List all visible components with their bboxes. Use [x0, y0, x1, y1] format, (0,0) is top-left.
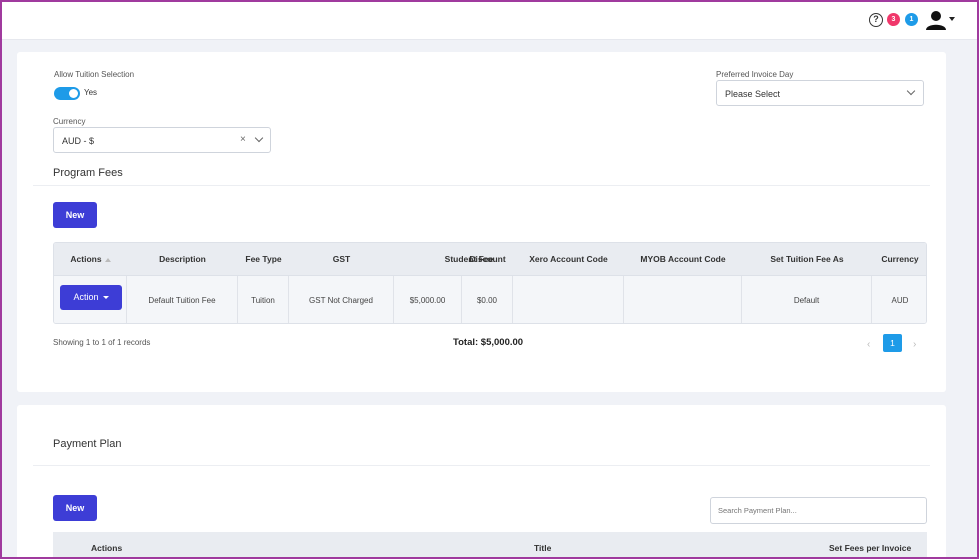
sort-icon[interactable] — [104, 257, 111, 262]
notification-badge[interactable]: 3 — [887, 13, 900, 26]
program-fees-table: Actions Description Fee Type GST Student… — [53, 242, 927, 324]
table-header: Actions Description Fee Type GST Student… — [54, 243, 926, 276]
pagination-prev-icon[interactable]: ‹ — [867, 339, 870, 350]
chevron-down-icon — [906, 86, 916, 96]
column-header-label: Actions — [70, 254, 102, 264]
cell-set-tuition-fee-as: Default — [742, 276, 872, 323]
column-header-xero: Xero Account Code — [529, 254, 608, 264]
message-badge[interactable]: 1 — [905, 13, 918, 26]
column-header-gst[interactable]: GST — [289, 243, 394, 276]
currency-label: Currency — [53, 117, 86, 126]
section-divider — [33, 185, 930, 186]
column-header-actions[interactable]: Actions — [54, 243, 127, 276]
allow-tuition-toggle[interactable] — [54, 87, 80, 100]
column-header-set-fees-per-invoice[interactable]: Set Fees per Invoice — [829, 543, 911, 553]
currency-value: AUD - $ — [62, 136, 95, 146]
cell-currency: AUD — [891, 296, 909, 305]
column-header-currency: Currency — [881, 254, 919, 264]
payment-plan-table-header: Actions Title Set Fees per Invoice — [53, 532, 927, 559]
preferred-invoice-day-select[interactable]: Please Select — [716, 80, 924, 106]
total-amount: Total: $5,000.00 — [453, 337, 524, 348]
allow-tuition-value: Yes — [84, 88, 98, 97]
allow-tuition-label: Allow Tuition Selection — [54, 70, 135, 79]
payment-plan-title: Payment Plan — [53, 438, 122, 450]
cell-myob — [624, 276, 742, 323]
column-header-set-tuition-fee-as: Set Tuition Fee As — [770, 254, 844, 264]
cell-discount: $0.00 — [462, 276, 513, 323]
column-header-description[interactable]: Description — [127, 243, 238, 276]
cell-actions: Action — [54, 276, 127, 323]
column-header-discount: Discount — [469, 254, 506, 264]
program-fees-title: Program Fees — [53, 167, 123, 179]
records-count: Showing 1 to 1 of 1 records — [53, 338, 151, 347]
user-menu-caret-icon[interactable] — [949, 17, 955, 21]
row-action-button[interactable]: Action — [60, 285, 122, 310]
clear-icon[interactable]: × — [240, 134, 246, 145]
cell-student-fee: $5,000.00 — [394, 276, 462, 323]
section-divider — [33, 465, 930, 466]
preferred-invoice-day-value: Please Select — [725, 89, 781, 99]
toggle-knob — [69, 89, 78, 98]
pagination-next-icon[interactable]: › — [913, 339, 916, 350]
new-program-fee-button[interactable]: New — [53, 202, 97, 228]
chevron-down-icon — [254, 133, 264, 143]
currency-select[interactable]: AUD - $ × — [53, 127, 271, 153]
caret-down-icon — [102, 296, 109, 300]
cell-gst: GST Not Charged — [289, 276, 394, 323]
column-header-actions[interactable]: Actions — [91, 543, 122, 553]
column-header-myob: MYOB Account Code — [640, 254, 726, 264]
cell-xero — [513, 276, 624, 323]
search-payment-plan-input[interactable] — [710, 497, 927, 524]
column-header-fee-type[interactable]: Fee Type — [238, 243, 289, 276]
help-icon[interactable]: ? — [869, 13, 883, 27]
preferred-invoice-day-label: Preferred Invoice Day — [716, 70, 794, 79]
top-bar — [2, 2, 977, 40]
user-avatar-icon[interactable] — [925, 10, 947, 30]
table-row: Action Default Tuition Fee Tuition GST N… — [54, 276, 926, 323]
action-label: Action — [73, 292, 99, 302]
cell-fee-type: Tuition — [238, 276, 289, 323]
new-payment-plan-button[interactable]: New — [53, 495, 97, 521]
column-header-title[interactable]: Title — [534, 543, 551, 553]
pagination-page-1[interactable]: 1 — [883, 334, 902, 352]
cell-description: Default Tuition Fee — [127, 276, 238, 323]
